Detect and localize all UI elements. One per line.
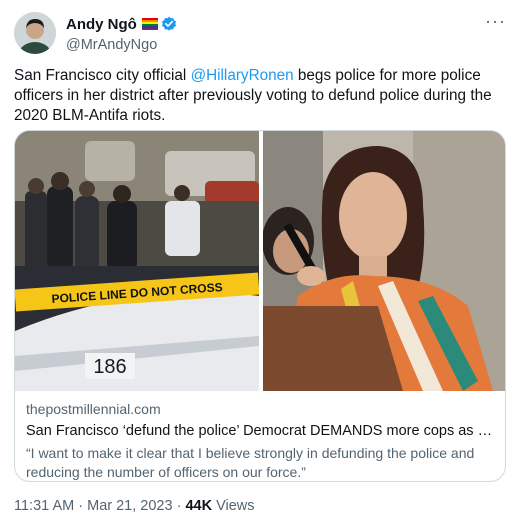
- meta-separator: ·: [176, 498, 182, 514]
- tweet-meta: 11:31 AM · Mar 21, 2023 · 44K Views: [14, 498, 255, 514]
- timestamp-date[interactable]: Mar 21, 2023: [87, 498, 172, 514]
- more-options-icon[interactable]: ···: [485, 12, 506, 30]
- card-description[interactable]: “I want to make it clear that I believe …: [26, 444, 496, 481]
- avatar[interactable]: [14, 12, 56, 54]
- timestamp-time[interactable]: 11:31 AM: [14, 498, 74, 514]
- card-media[interactable]: POLICE LINE DO NOT CROSS 186: [15, 131, 505, 391]
- link-card[interactable]: POLICE LINE DO NOT CROSS 186 thepostmill…: [14, 130, 506, 482]
- card-title[interactable]: San Francisco ‘defund the police’ Democr…: [26, 423, 496, 439]
- card-domain[interactable]: thepostmillennial.com: [26, 401, 496, 417]
- car-number-text: 186: [93, 356, 126, 378]
- mention-link[interactable]: @HillaryRonen: [191, 67, 294, 84]
- tweet-text: San Francisco city official @HillaryRone…: [14, 66, 510, 126]
- views-label: Views: [216, 498, 255, 514]
- speaker-podium-image[interactable]: [263, 131, 505, 391]
- tweet-header: Andy Ngô @MrAndyNgo ···: [14, 12, 508, 56]
- user-handle[interactable]: @MrAndyNgo: [66, 37, 177, 53]
- verified-badge-icon: [161, 16, 176, 31]
- rainbow-flag-icon: [141, 18, 158, 30]
- tweet-text-part: San Francisco city official: [14, 67, 191, 84]
- views-count[interactable]: 44K: [185, 498, 212, 514]
- police-scene-image[interactable]: POLICE LINE DO NOT CROSS 186: [15, 131, 259, 391]
- meta-separator: ·: [78, 498, 84, 514]
- display-name[interactable]: Andy Ngô: [66, 16, 137, 33]
